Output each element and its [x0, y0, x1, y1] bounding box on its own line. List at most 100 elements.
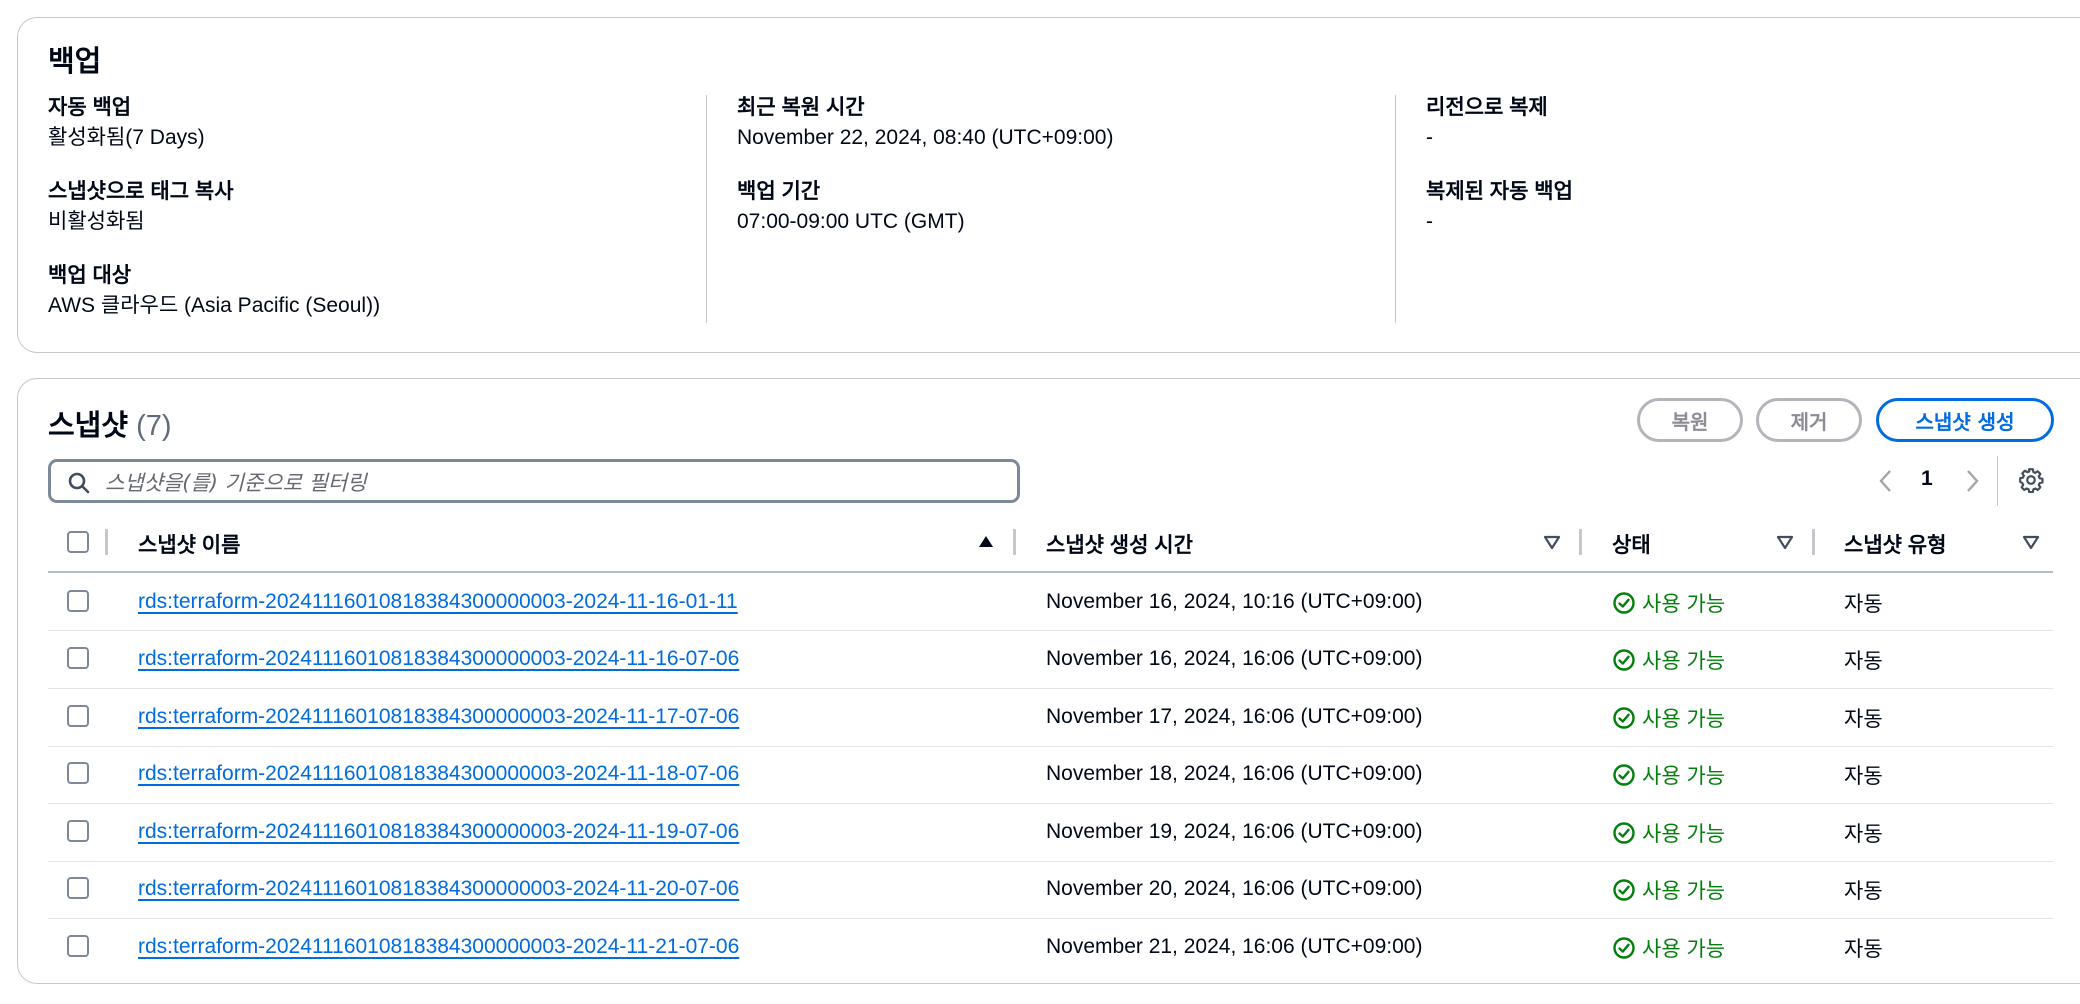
row-checkbox[interactable]: [67, 705, 89, 727]
replicated-backup-value: -: [1426, 210, 1433, 233]
row-divider: [48, 630, 2053, 631]
column-header-type[interactable]: 스냅샷 유형: [1844, 529, 1946, 559]
latest-restore-value: November 22, 2024, 08:40 (UTC+09:00): [737, 126, 1114, 149]
status-text: 사용 가능: [1642, 765, 1726, 788]
row-checkbox[interactable]: [67, 935, 89, 957]
replicated-backup-label: 복제된 자동 백업: [1426, 180, 1573, 203]
row-checkbox[interactable]: [67, 820, 89, 842]
pager-divider: [1997, 456, 1998, 506]
snapshots-count: (7): [136, 410, 172, 442]
table-header-divider: [48, 571, 2053, 573]
next-page-icon[interactable]: [1964, 468, 1980, 494]
snapshot-type: 자동: [1844, 708, 1883, 731]
column-divider: [1395, 95, 1396, 323]
snapshot-name-link[interactable]: rds:terraform-20241116010818384300000003…: [138, 762, 739, 786]
search-input[interactable]: [103, 468, 987, 498]
sort-icon[interactable]: [2022, 534, 2040, 550]
column-separator: [105, 529, 108, 555]
status-badge: 사용 가능: [1612, 875, 1725, 905]
auto-backup-field: 자동 백업 활성화됨(7 Days): [48, 95, 205, 151]
snapshot-created-time: November 21, 2024, 16:06 (UTC+09:00): [1046, 935, 1423, 958]
snapshot-name-link[interactable]: rds:terraform-20241116010818384300000003…: [138, 590, 738, 614]
snapshot-type: 자동: [1844, 880, 1883, 903]
column-separator: [1812, 529, 1815, 555]
snapshot-created-time: November 16, 2024, 10:16 (UTC+09:00): [1046, 590, 1423, 613]
latest-restore-field: 최근 복원 시간 November 22, 2024, 08:40 (UTC+0…: [737, 95, 1113, 151]
snapshot-type: 자동: [1844, 765, 1883, 788]
backup-window-field: 백업 기간 07:00-09:00 UTC (GMT): [737, 179, 965, 235]
snapshot-created-time: November 16, 2024, 16:06 (UTC+09:00): [1046, 647, 1423, 670]
search-icon: [68, 472, 90, 494]
check-circle-icon: [1613, 937, 1635, 959]
page-number[interactable]: 1: [1921, 467, 1933, 491]
status-text: 사용 가능: [1642, 938, 1726, 961]
row-divider: [48, 803, 2053, 804]
backup-window-label: 백업 기간: [737, 180, 821, 203]
search-box[interactable]: [48, 459, 1020, 503]
status-text: 사용 가능: [1642, 823, 1726, 846]
snapshot-created-time: November 18, 2024, 16:06 (UTC+09:00): [1046, 762, 1423, 785]
row-divider: [48, 746, 2053, 747]
auto-backup-label: 자동 백업: [48, 96, 132, 119]
check-circle-icon: [1613, 822, 1635, 844]
sort-icon[interactable]: [1776, 534, 1794, 550]
column-divider: [706, 95, 707, 323]
auto-backup-value: 활성화됨(7 Days): [48, 126, 205, 149]
gear-icon[interactable]: [2018, 467, 2044, 493]
region-copy-field: 리전으로 복제 -: [1426, 95, 1548, 151]
previous-page-icon[interactable]: [1878, 468, 1894, 494]
snapshot-created-time: November 17, 2024, 16:06 (UTC+09:00): [1046, 705, 1423, 728]
snapshot-created-time: November 20, 2024, 16:06 (UTC+09:00): [1046, 877, 1423, 900]
status-text: 사용 가능: [1642, 880, 1726, 903]
row-divider: [48, 861, 2053, 862]
column-separator: [1013, 529, 1016, 555]
sort-icon[interactable]: [1543, 534, 1561, 550]
snapshot-created-time: November 19, 2024, 16:06 (UTC+09:00): [1046, 820, 1423, 843]
sort-ascending-icon[interactable]: [977, 534, 995, 550]
row-checkbox[interactable]: [67, 762, 89, 784]
snapshot-type: 자동: [1844, 650, 1883, 673]
row-divider: [48, 688, 2053, 689]
row-checkbox[interactable]: [67, 647, 89, 669]
latest-restore-label: 최근 복원 시간: [737, 96, 865, 119]
check-circle-icon: [1613, 649, 1635, 671]
snapshot-name-link[interactable]: rds:terraform-20241116010818384300000003…: [138, 647, 739, 671]
select-all-checkbox[interactable]: [67, 531, 89, 553]
row-checkbox[interactable]: [67, 877, 89, 899]
restore-button[interactable]: 복원: [1637, 398, 1743, 442]
column-header-status[interactable]: 상태: [1612, 529, 1651, 559]
column-header-created[interactable]: 스냅샷 생성 시간: [1046, 529, 1193, 559]
snapshot-type: 자동: [1844, 593, 1883, 616]
status-badge: 사용 가능: [1612, 645, 1725, 675]
check-circle-icon: [1613, 764, 1635, 786]
snapshots-title: 스냅샷 (7): [48, 402, 172, 444]
snapshots-title-text: 스냅샷: [48, 410, 129, 442]
snapshot-name-link[interactable]: rds:terraform-20241116010818384300000003…: [138, 705, 739, 729]
region-copy-label: 리전으로 복제: [1426, 96, 1548, 119]
status-text: 사용 가능: [1642, 650, 1726, 673]
row-divider: [48, 918, 2053, 919]
snapshot-name-link[interactable]: rds:terraform-20241116010818384300000003…: [138, 877, 739, 901]
backup-target-field: 백업 대상 AWS 클라우드 (Asia Pacific (Seoul)): [48, 263, 380, 319]
check-circle-icon: [1613, 707, 1635, 729]
delete-button[interactable]: 제거: [1756, 398, 1862, 442]
create-snapshot-button[interactable]: 스냅샷 생성: [1876, 398, 2054, 442]
column-header-name[interactable]: 스냅샷 이름: [138, 529, 240, 559]
snapshot-name-link[interactable]: rds:terraform-20241116010818384300000003…: [138, 935, 739, 959]
status-text: 사용 가능: [1642, 708, 1726, 731]
snapshot-name-link[interactable]: rds:terraform-20241116010818384300000003…: [138, 820, 739, 844]
column-separator: [1579, 529, 1582, 555]
row-checkbox[interactable]: [67, 590, 89, 612]
status-badge: 사용 가능: [1612, 588, 1725, 618]
backup-target-value: AWS 클라우드 (Asia Pacific (Seoul)): [48, 294, 381, 317]
check-circle-icon: [1613, 592, 1635, 614]
check-circle-icon: [1613, 879, 1635, 901]
region-copy-value: -: [1426, 126, 1433, 149]
backup-window-value: 07:00-09:00 UTC (GMT): [737, 210, 965, 233]
copy-tags-value: 비활성화됨: [48, 210, 145, 233]
status-badge: 사용 가능: [1612, 933, 1725, 963]
status-badge: 사용 가능: [1612, 703, 1725, 733]
replicated-backup-field: 복제된 자동 백업 -: [1426, 179, 1573, 235]
status-text: 사용 가능: [1642, 593, 1726, 616]
status-badge: 사용 가능: [1612, 818, 1725, 848]
